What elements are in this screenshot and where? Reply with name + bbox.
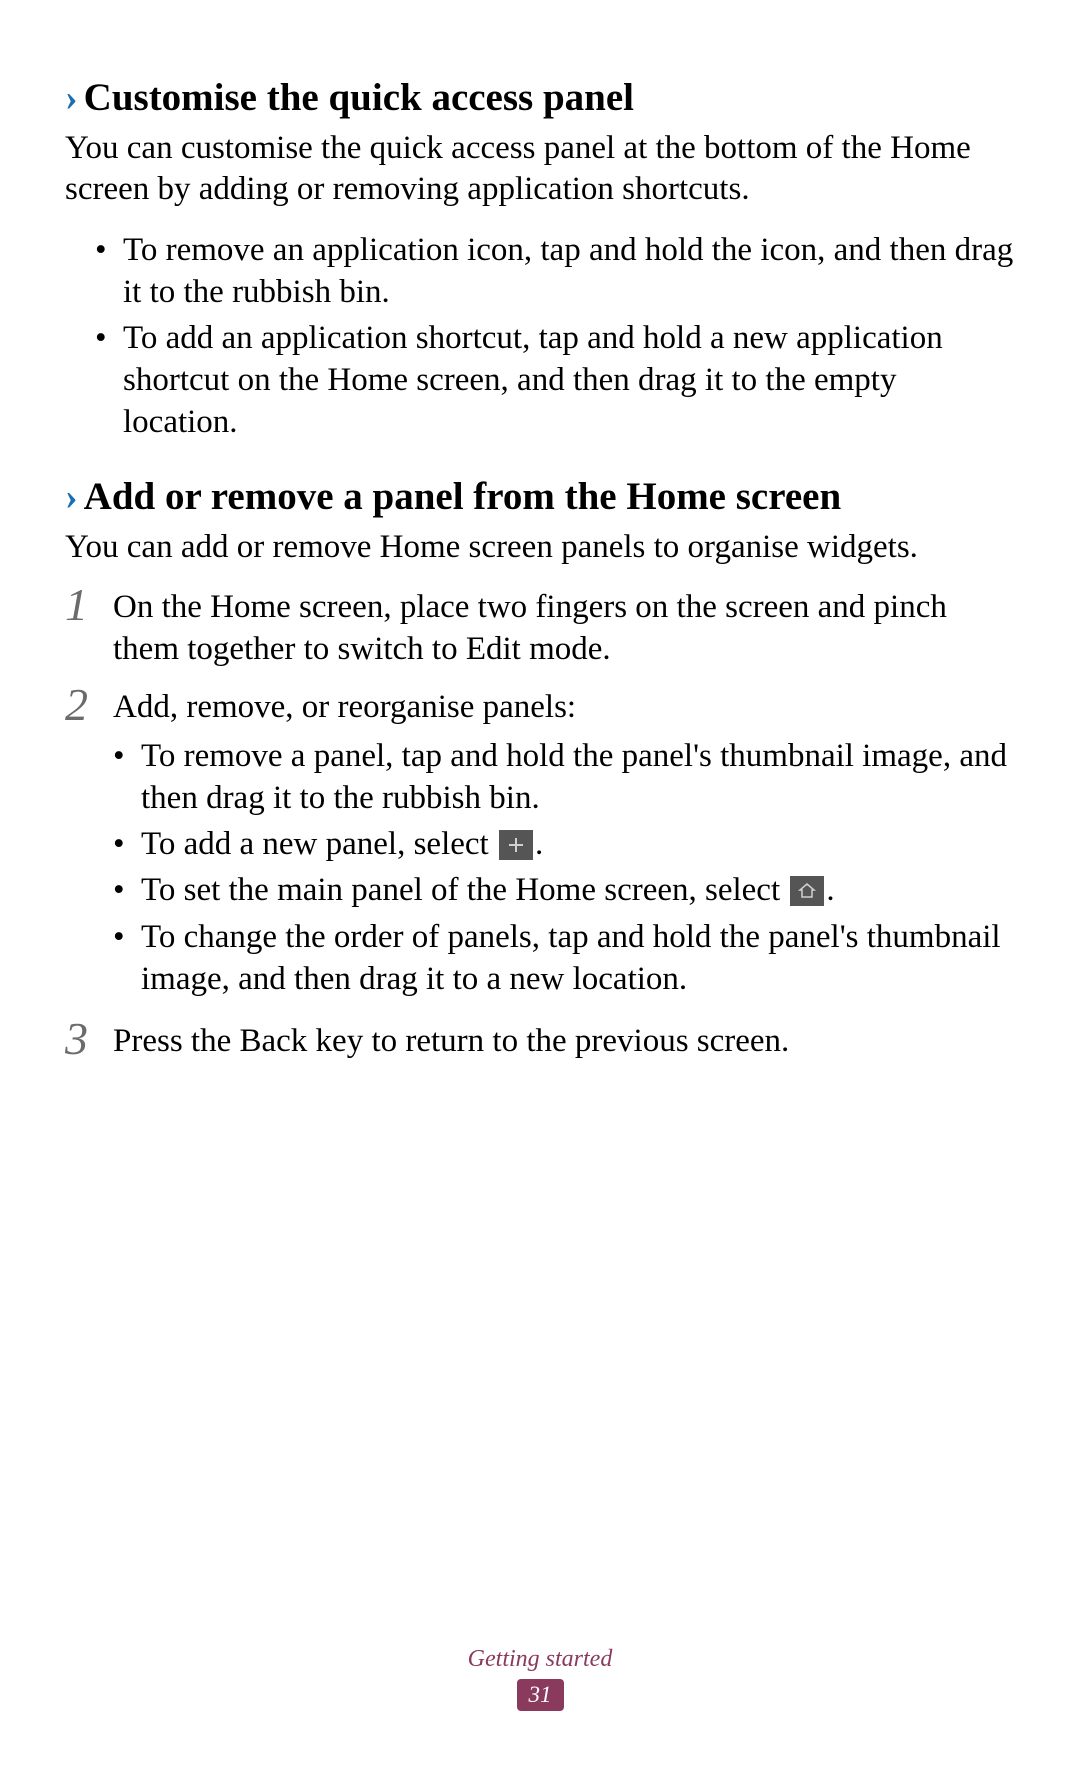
step-number: 3 [65,1016,95,1062]
section1-intro: You can customise the quick access panel… [65,128,1015,211]
step-text: On the Home screen, place two fingers on… [113,586,1015,670]
sub-bullet-text-post: . [826,872,834,908]
sub-bullet-text-pre: To add a new panel, select [141,826,497,862]
list-item: To add an application shortcut, tap and … [95,317,1015,444]
step-text: Add, remove, or reorganise panels: [113,689,576,725]
chevron-icon: › [65,76,78,120]
step-text: Press the Back key to return to the prev… [113,1020,1015,1062]
section1-bullets: To remove an application icon, tap and h… [95,229,1015,444]
home-icon [790,876,824,906]
step-number: 1 [65,582,95,628]
step-number: 2 [65,682,95,728]
heading-text-1: Customise the quick access panel [84,75,634,120]
step-content: Add, remove, or reorganise panels: To re… [113,686,1015,1004]
sub-bullet-text-pre: To set the main panel of the Home screen… [141,872,788,908]
list-item: To set the main panel of the Home screen… [113,869,1015,911]
sub-bullets: To remove a panel, tap and hold the pane… [113,735,1015,1000]
page-footer: Getting started 31 [0,1646,1080,1711]
step-item: 3 Press the Back key to return to the pr… [65,1020,1015,1062]
page-number-badge: 31 [517,1679,564,1711]
section-heading-1: › Customise the quick access panel [65,75,1015,120]
list-item: To add a new panel, select . [113,823,1015,865]
list-item: To remove a panel, tap and hold the pane… [113,735,1015,819]
list-item: To remove an application icon, tap and h… [95,229,1015,313]
plus-icon [499,830,533,860]
section2-intro: You can add or remove Home screen panels… [65,527,1015,568]
sub-bullet-text-post: . [535,826,543,862]
numbered-steps: 1 On the Home screen, place two fingers … [65,586,1015,1062]
heading-text-2: Add or remove a panel from the Home scre… [84,474,842,519]
chevron-icon: › [65,475,78,519]
footer-section-label: Getting started [0,1646,1080,1673]
list-item: To change the order of panels, tap and h… [113,916,1015,1000]
section-heading-2: › Add or remove a panel from the Home sc… [65,474,1015,519]
step-item: 2 Add, remove, or reorganise panels: To … [65,686,1015,1004]
step-item: 1 On the Home screen, place two fingers … [65,586,1015,670]
